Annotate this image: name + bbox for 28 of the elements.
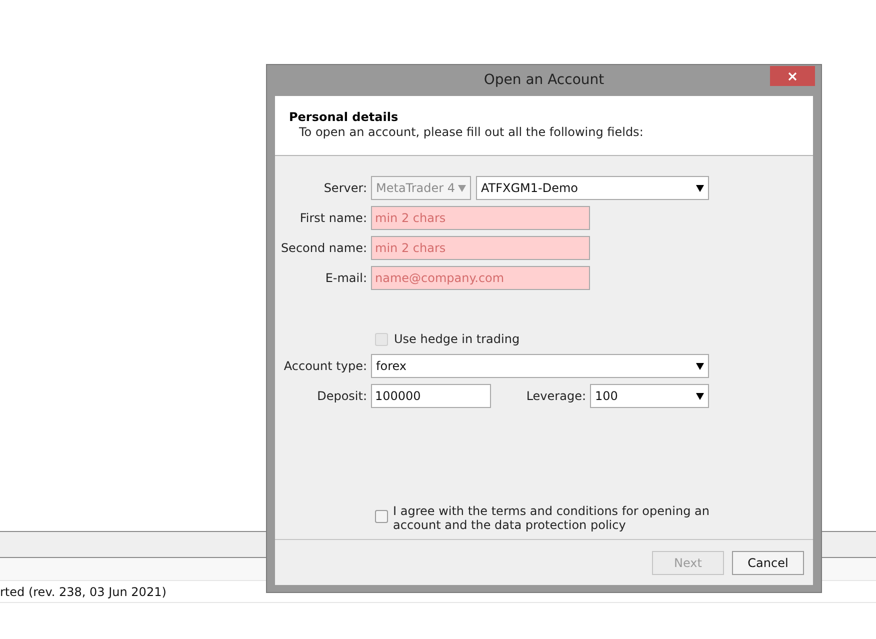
text-field[interactable]: name@company.com	[371, 266, 590, 290]
dropdown-caret-icon	[696, 184, 704, 192]
checkbox-label: Use hedge in trading	[394, 331, 520, 348]
checkbox[interactable]	[375, 510, 388, 523]
dropdown-caret-icon	[696, 392, 704, 400]
field-label: E-mail:	[324, 270, 368, 287]
field-label: Account type:	[282, 358, 368, 375]
section-title: Personal details	[289, 110, 400, 125]
agreement-text: I agree with the terms and conditions for opening an account and the data protection policy	[393, 504, 710, 532]
log-text: rted (rev. 238, 03 Jun 2021)	[0, 584, 166, 600]
dropdown-caret-icon	[696, 362, 704, 370]
account-type-select[interactable]: forex	[371, 354, 709, 378]
field-label: Second name:	[280, 240, 368, 257]
dropdown-caret-icon	[458, 184, 466, 192]
field-label: First name:	[298, 210, 368, 227]
field-label: Server:	[322, 180, 368, 197]
server-select[interactable]: ATFXGM1-Demo	[476, 176, 709, 200]
text-field[interactable]: min 2 chars	[371, 236, 590, 260]
close-button[interactable]	[770, 66, 815, 86]
close-icon	[788, 72, 797, 80]
field-label: Leverage:	[525, 388, 587, 405]
field-label: Deposit:	[316, 388, 368, 405]
leverage-select[interactable]: 100	[590, 384, 709, 408]
section-subtitle: To open an account, please fill out all the following fields:	[298, 125, 644, 140]
window-title: Open an Account	[484, 71, 604, 90]
text-field[interactable]: min 2 chars	[371, 206, 590, 230]
cancel-button[interactable]: Cancel	[732, 550, 804, 574]
deposit-field[interactable]: 100000	[371, 384, 491, 408]
